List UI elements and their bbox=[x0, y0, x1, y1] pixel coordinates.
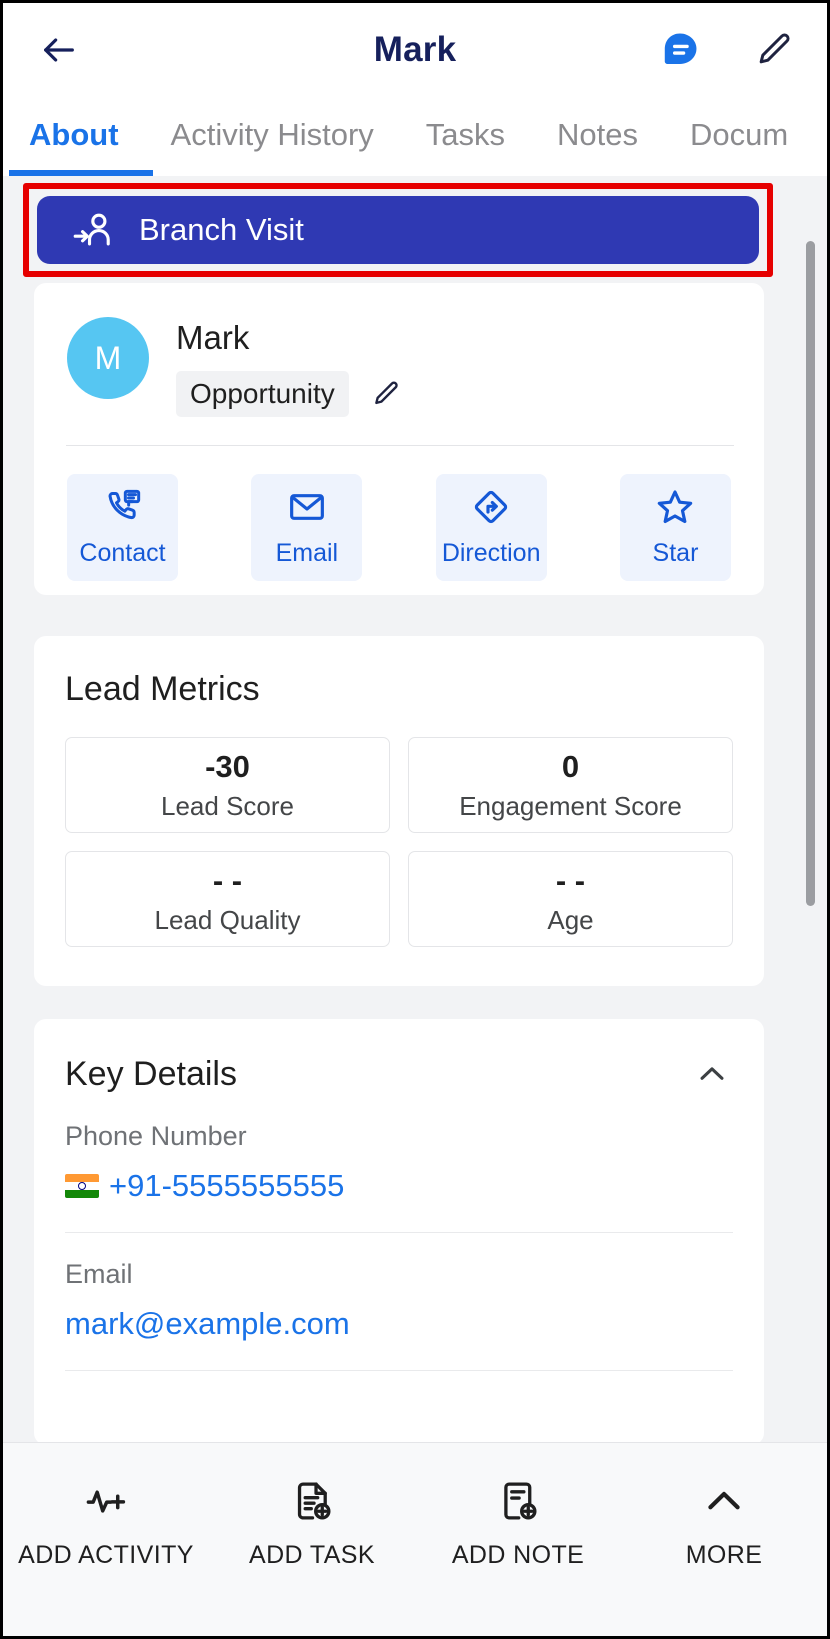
bottom-action-bar: ADD ACTIVITY ADD TASK ADD NOTE MORE bbox=[3, 1442, 827, 1636]
key-detail-phone: Phone Number +91-5555555555 bbox=[34, 1095, 764, 1204]
directions-icon bbox=[471, 487, 511, 527]
status-badge: Opportunity bbox=[176, 371, 349, 417]
chat-bubble-icon bbox=[659, 29, 701, 71]
tab-about[interactable]: About bbox=[29, 117, 119, 155]
tab-documents[interactable]: Docum bbox=[690, 117, 788, 155]
direction-action-label: Direction bbox=[441, 539, 541, 567]
add-note-label: ADD NOTE bbox=[451, 1541, 585, 1569]
tab-bar: About Activity History Tasks Notes Docum bbox=[3, 96, 827, 176]
vertical-scrollbar[interactable] bbox=[806, 241, 815, 906]
branch-visit-label: Branch Visit bbox=[139, 212, 304, 247]
contact-action-label: Contact bbox=[79, 539, 166, 567]
envelope-icon bbox=[287, 487, 327, 527]
metric-age: - - Age bbox=[408, 851, 733, 947]
more-button[interactable]: MORE bbox=[621, 1479, 827, 1570]
direction-action-button[interactable]: Direction bbox=[435, 474, 547, 581]
star-action-label: Star bbox=[652, 539, 699, 567]
metric-lead-quality: - - Lead Quality bbox=[65, 851, 390, 947]
activity-plus-icon bbox=[84, 1479, 128, 1523]
email-link[interactable]: mark@example.com bbox=[65, 1306, 733, 1342]
add-task-label: ADD TASK bbox=[249, 1541, 375, 1569]
more-label: MORE bbox=[685, 1541, 763, 1569]
tab-tasks[interactable]: Tasks bbox=[426, 117, 505, 155]
profile-card: M Mark Opportunity Contact Email Directi… bbox=[34, 283, 764, 595]
avatar: M bbox=[67, 317, 149, 399]
metric-value: - - bbox=[555, 862, 586, 898]
key-details-card: Key Details Phone Number +91-5555555555 … bbox=[34, 1019, 764, 1445]
arrow-left-icon bbox=[39, 30, 79, 70]
app-bar-actions bbox=[655, 25, 799, 75]
note-plus-icon bbox=[496, 1479, 540, 1523]
chevron-up-icon bbox=[702, 1479, 746, 1523]
phone-message-icon bbox=[103, 487, 143, 527]
profile-header: M Mark Opportunity bbox=[34, 283, 764, 417]
content-scroll-area[interactable]: Branch Visit M Mark Opportunity Contact … bbox=[3, 176, 827, 1445]
lead-metrics-title: Lead Metrics bbox=[65, 670, 260, 708]
add-activity-button[interactable]: ADD ACTIVITY bbox=[3, 1479, 209, 1570]
tab-activity-history[interactable]: Activity History bbox=[171, 117, 374, 155]
app-screen: Mark About Activity History Tasks Notes … bbox=[0, 0, 830, 1639]
metric-engagement-score: 0 Engagement Score bbox=[408, 737, 733, 833]
app-bar: Mark bbox=[3, 3, 827, 96]
edit-button[interactable] bbox=[749, 25, 799, 75]
email-action-label: Email bbox=[275, 539, 339, 567]
document-plus-icon bbox=[290, 1479, 334, 1523]
quick-action-row: Contact Email Direction Star bbox=[34, 446, 764, 581]
user-check-in-icon bbox=[71, 208, 115, 252]
key-detail-label: Phone Number bbox=[65, 1121, 247, 1151]
message-button[interactable] bbox=[655, 25, 705, 75]
pencil-icon bbox=[754, 30, 794, 70]
tab-notes[interactable]: Notes bbox=[557, 117, 638, 155]
add-note-button[interactable]: ADD NOTE bbox=[415, 1479, 621, 1570]
phone-number-link[interactable]: +91-5555555555 bbox=[65, 1168, 733, 1204]
lead-metrics-card: Lead Metrics -30 Lead Score 0 Engagement… bbox=[34, 636, 764, 986]
metric-label: Engagement Score bbox=[459, 790, 682, 821]
chevron-up-icon bbox=[695, 1057, 729, 1091]
profile-badge-row: Opportunity bbox=[176, 371, 403, 417]
metric-value: -30 bbox=[205, 748, 250, 784]
profile-name: Mark bbox=[176, 319, 250, 356]
metric-label: Age bbox=[547, 904, 594, 935]
branch-visit-button[interactable]: Branch Visit bbox=[37, 196, 759, 264]
key-detail-label: Email bbox=[65, 1259, 133, 1289]
add-task-button[interactable]: ADD TASK bbox=[209, 1479, 415, 1570]
key-details-divider bbox=[65, 1370, 733, 1371]
metric-lead-score: -30 Lead Score bbox=[65, 737, 390, 833]
metric-label: Lead Quality bbox=[154, 904, 301, 935]
pencil-icon bbox=[371, 379, 401, 409]
key-details-header: Key Details bbox=[34, 1019, 764, 1095]
india-flag-icon bbox=[65, 1174, 99, 1198]
profile-info: Mark Opportunity bbox=[176, 317, 403, 417]
star-action-button[interactable]: Star bbox=[619, 474, 731, 581]
star-icon bbox=[655, 487, 695, 527]
metric-label: Lead Score bbox=[161, 790, 294, 821]
email-action-button[interactable]: Email bbox=[251, 474, 363, 581]
badge-edit-button[interactable] bbox=[369, 377, 403, 411]
phone-number-value: +91-5555555555 bbox=[109, 1168, 345, 1203]
key-detail-email: Email mark@example.com bbox=[34, 1233, 764, 1342]
add-activity-label: ADD ACTIVITY bbox=[18, 1541, 194, 1569]
metric-value: 0 bbox=[561, 748, 580, 784]
key-details-collapse-button[interactable] bbox=[691, 1053, 733, 1095]
contact-action-button[interactable]: Contact bbox=[67, 474, 178, 581]
key-details-title: Key Details bbox=[65, 1054, 237, 1093]
lead-metrics-grid: -30 Lead Score 0 Engagement Score - - Le… bbox=[34, 709, 764, 947]
metric-value: - - bbox=[212, 862, 243, 898]
back-button[interactable] bbox=[31, 22, 87, 78]
